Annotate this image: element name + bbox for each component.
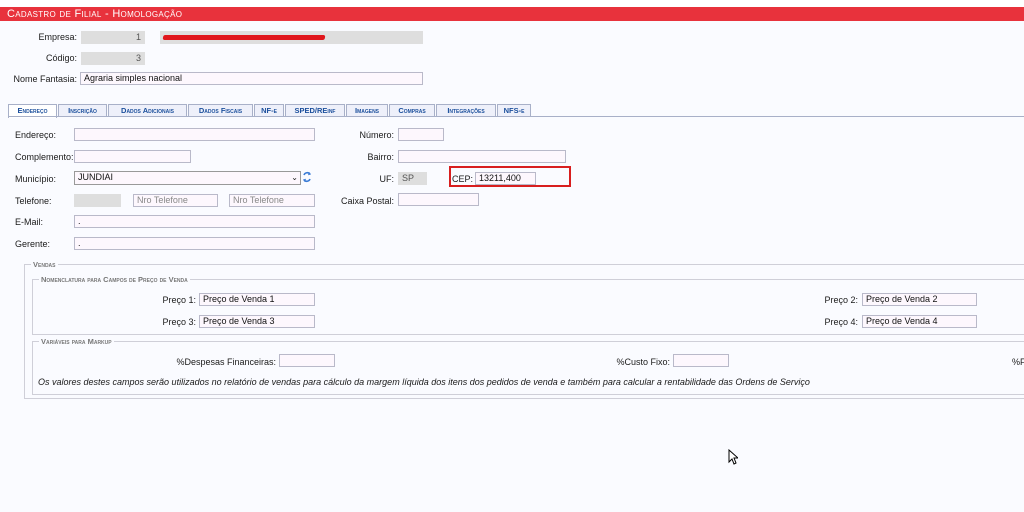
municipio-select[interactable]: JUNDIAI ⌄ xyxy=(74,171,301,185)
telefone-input-2[interactable]: Nro Telefone xyxy=(229,194,315,207)
endereco-input[interactable] xyxy=(74,128,315,141)
codigo-field: 3 xyxy=(81,52,145,65)
gerente-input[interactable]: . xyxy=(74,237,315,250)
despesas-financeiras-input[interactable] xyxy=(279,354,335,367)
uf-label: UF: xyxy=(379,174,395,184)
municipio-value: JUNDIAI xyxy=(78,172,114,182)
preco3-label: Preço 3: xyxy=(162,317,196,327)
custo-fixo-input[interactable] xyxy=(673,354,729,367)
cut-off-label: %F xyxy=(1012,357,1024,367)
numero-label: Número: xyxy=(359,130,394,140)
caixa-postal-input[interactable] xyxy=(398,193,479,206)
markup-legend: Variáveis para Markup xyxy=(41,337,112,346)
codigo-label: Código: xyxy=(45,53,77,63)
refresh-icon[interactable] xyxy=(302,171,312,183)
endereco-label: Endereço: xyxy=(15,130,57,140)
uf-field: SP xyxy=(398,172,427,185)
tab-divider xyxy=(8,116,1024,117)
gerente-label: Gerente: xyxy=(15,239,51,249)
preco4-input[interactable]: Preço de Venda 4 xyxy=(862,315,977,328)
preco3-input[interactable]: Preço de Venda 3 xyxy=(199,315,315,328)
telefone-input-1[interactable]: Nro Telefone xyxy=(133,194,218,207)
telefone-label: Telefone: xyxy=(15,196,52,206)
numero-input[interactable] xyxy=(398,128,444,141)
email-input[interactable]: . xyxy=(74,215,315,228)
chevron-down-icon: ⌄ xyxy=(291,173,298,182)
markup-note: Os valores destes campos serão utilizado… xyxy=(38,377,810,387)
window-title: Cadastro de Filial - Homologação xyxy=(0,7,1024,21)
bairro-input[interactable] xyxy=(398,150,566,163)
empresa-label: Empresa: xyxy=(38,32,77,42)
nome-fantasia-label: Nome Fantasia: xyxy=(13,74,77,84)
cep-input[interactable]: 13211,400 xyxy=(475,172,536,185)
preco2-label: Preço 2: xyxy=(824,295,858,305)
preco4-label: Preço 4: xyxy=(824,317,858,327)
caixa-postal-label: Caixa Postal: xyxy=(340,196,394,206)
email-label: E-Mail: xyxy=(15,217,44,227)
complemento-label: Complemento: xyxy=(15,152,74,162)
empresa-code-field: 1 xyxy=(81,31,145,44)
telefone-ddd-field xyxy=(74,194,121,207)
despesas-financeiras-label: %Despesas Financeiras: xyxy=(176,357,276,367)
top-strip xyxy=(0,0,1024,7)
cep-label: CEP: xyxy=(452,174,474,184)
vendas-legend: Vendas xyxy=(33,260,56,269)
complemento-input[interactable] xyxy=(74,150,191,163)
mouse-cursor-icon xyxy=(728,448,740,465)
custo-fixo-label: %Custo Fixo: xyxy=(616,357,670,367)
preco1-label: Preço 1: xyxy=(162,295,196,305)
redaction-mark xyxy=(162,35,326,40)
nome-fantasia-input[interactable]: Agraria simples nacional xyxy=(80,72,423,85)
empresa-name-field xyxy=(160,31,423,44)
nomenclatura-legend: Nomenclatura para Campos de Preço de Ven… xyxy=(41,275,188,284)
preco2-input[interactable]: Preço de Venda 2 xyxy=(862,293,977,306)
municipio-label: Município: xyxy=(15,174,57,184)
bairro-label: Bairro: xyxy=(367,152,394,162)
preco1-input[interactable]: Preço de Venda 1 xyxy=(199,293,315,306)
